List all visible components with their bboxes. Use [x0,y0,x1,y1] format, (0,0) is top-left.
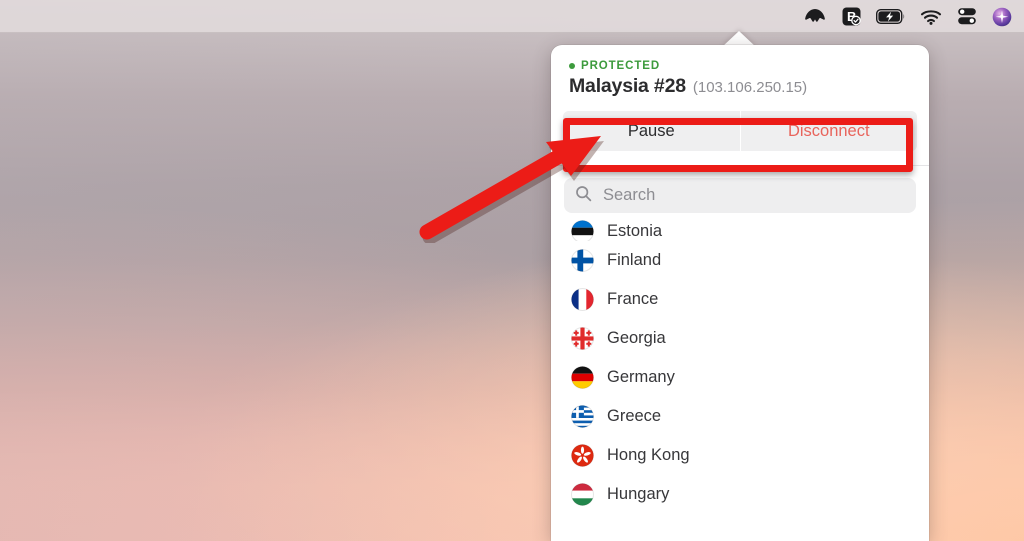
control-center-icon[interactable] [956,0,978,33]
server-ip: (103.106.250.15) [692,79,808,96]
country-label: Hungary [607,485,670,503]
country-label: Georgia [607,329,666,347]
country-row-georgia[interactable]: Georgia [564,319,916,358]
wifi-icon[interactable] [920,0,942,33]
finland-flag-icon [571,249,594,272]
nordvpn-menu-icon[interactable] [803,0,827,33]
france-flag-icon [571,288,594,311]
country-label: Estonia [607,222,663,240]
germany-flag-icon [571,366,594,389]
status-dot-icon [569,63,575,69]
country-row-hungary[interactable]: Hungary [564,475,916,514]
highlight-rectangle-annotation [563,118,913,172]
search-box[interactable] [564,178,916,213]
country-label: Finland [607,251,662,269]
popover-header: PROTECTED Malaysia #28 (103.106.250.15) [551,45,929,98]
country-row-france[interactable]: France [564,280,916,319]
server-info: Malaysia #28 (103.106.250.15) [569,75,911,98]
country-row-estonia[interactable]: Estonia [564,215,916,241]
country-list[interactable]: Estonia Finland France Georgia Germany G… [551,215,929,515]
status-badge: PROTECTED [581,60,661,72]
hong-kong-flag-icon [571,444,594,467]
country-label: Germany [607,368,675,386]
country-row-finland[interactable]: Finland [564,241,916,280]
menu-bar: B [0,0,1024,33]
country-label: Greece [607,407,662,425]
country-row-greece[interactable]: Greece [564,397,916,436]
arrow-annotation [419,136,604,243]
georgia-flag-icon [571,327,594,350]
country-row-germany[interactable]: Germany [564,358,916,397]
screen: B PROTECTED Malaysia #28 (103.106.250.15… [0,0,1024,541]
country-label: Hong Kong [607,446,690,464]
server-name: Malaysia #28 [569,75,686,97]
bitwarden-menu-icon[interactable]: B [841,0,862,33]
siri-icon[interactable] [992,0,1012,33]
battery-charging-icon[interactable] [876,0,906,33]
search-input[interactable] [601,185,905,206]
greece-flag-icon [571,405,594,428]
hungary-flag-icon [571,483,594,506]
menu-bar-status-items: B [803,0,1018,33]
country-row-hong-kong[interactable]: Hong Kong [564,436,916,475]
connection-status: PROTECTED [569,60,911,72]
country-label: France [607,290,659,308]
